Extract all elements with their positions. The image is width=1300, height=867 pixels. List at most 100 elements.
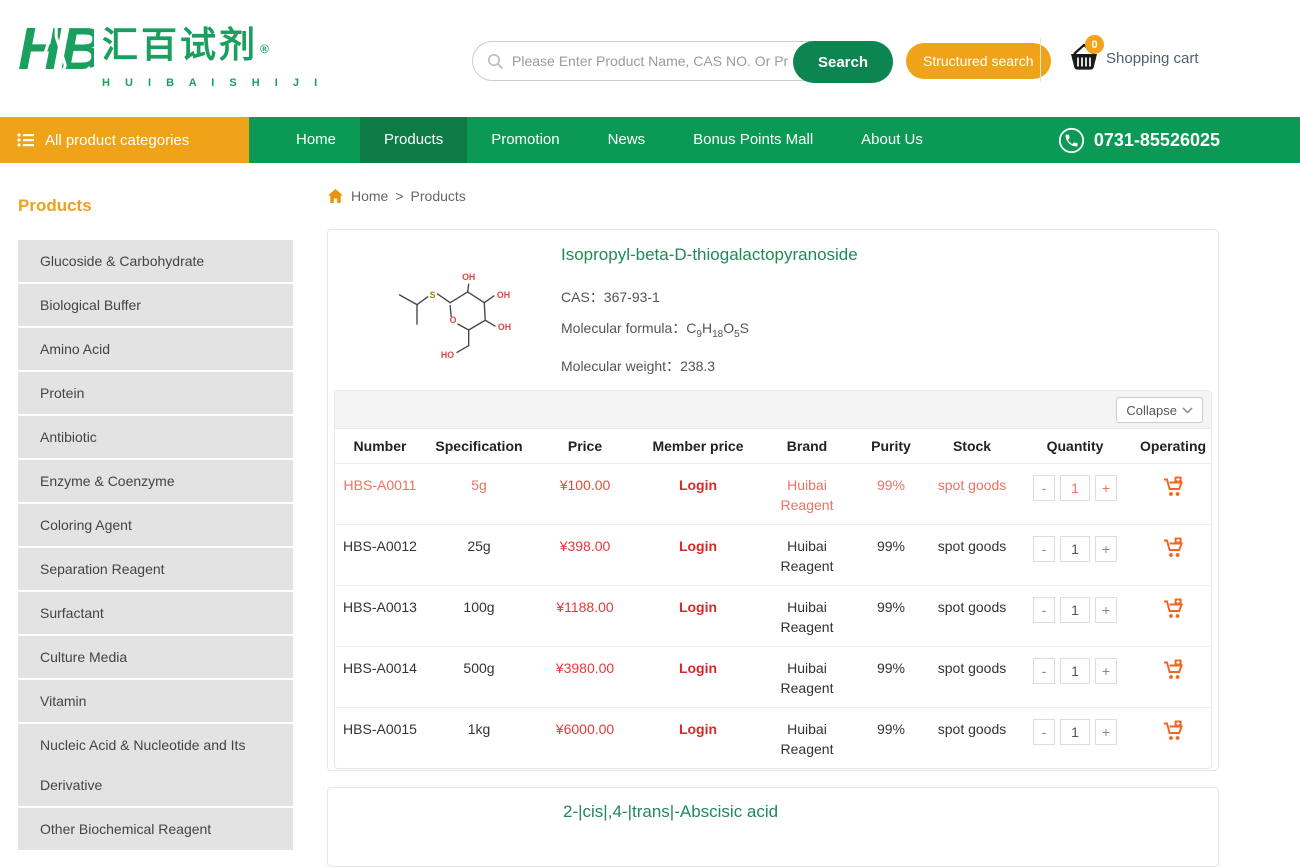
- add-to-cart-button[interactable]: [1162, 659, 1185, 683]
- sidebar-item[interactable]: Protein: [18, 372, 293, 414]
- breadcrumb-current[interactable]: Products: [411, 188, 466, 204]
- breadcrumb: Home > Products: [327, 188, 1219, 204]
- sidebar-item[interactable]: Vitamin: [18, 680, 293, 722]
- sidebar-item[interactable]: Biological Buffer: [18, 284, 293, 326]
- chevron-down-icon: [1182, 407, 1193, 414]
- logo-chinese: 汇百试剂: [102, 24, 258, 65]
- quantity-stepper: -+: [1017, 597, 1133, 623]
- sidebar-item[interactable]: Separation Reagent: [18, 548, 293, 590]
- add-to-cart-button[interactable]: [1162, 476, 1185, 500]
- column-header: Purity: [855, 438, 927, 454]
- nav-item-products[interactable]: Products: [360, 117, 467, 163]
- sidebar-item[interactable]: Other Biochemical Reagent: [18, 808, 293, 850]
- add-to-cart-button[interactable]: [1162, 537, 1185, 561]
- cas-value: 367-93-1: [604, 289, 660, 305]
- login-link[interactable]: Login: [679, 721, 717, 737]
- sidebar-item[interactable]: Enzyme & Coenzyme: [18, 460, 293, 502]
- sidebar-item[interactable]: Culture Media: [18, 636, 293, 678]
- operating-cell: [1133, 536, 1213, 561]
- product-brand: Huibai Reagent: [759, 597, 855, 637]
- product-specification: 1kg: [425, 719, 533, 739]
- quantity-stepper: -+: [1017, 536, 1133, 562]
- product-price: ¥100.00: [533, 475, 637, 495]
- operating-cell: [1133, 475, 1213, 500]
- breadcrumb-separator: >: [395, 188, 403, 204]
- list-icon: [17, 132, 35, 148]
- sidebar-item[interactable]: Surfactant: [18, 592, 293, 634]
- product-purity: 99%: [855, 719, 927, 739]
- column-header: Operating: [1133, 438, 1213, 454]
- table-header-row: NumberSpecificationPriceMember priceBran…: [335, 429, 1211, 463]
- nav-item-news[interactable]: News: [584, 117, 670, 163]
- shopping-cart-link[interactable]: 0 Shopping cart: [1068, 42, 1199, 74]
- quantity-decrease-button[interactable]: -: [1033, 536, 1055, 562]
- formula-element: C: [686, 320, 696, 336]
- operating-cell: [1133, 719, 1213, 744]
- product-number: HBS-A0011: [335, 475, 425, 495]
- quantity-input[interactable]: [1060, 658, 1090, 684]
- table-row: HBS-A00115g¥100.00LoginHuibai Reagent99%…: [335, 463, 1211, 524]
- search-icon: [487, 53, 504, 70]
- quantity-increase-button[interactable]: +: [1095, 475, 1117, 501]
- add-to-cart-button[interactable]: [1162, 598, 1185, 622]
- quantity-increase-button[interactable]: +: [1095, 597, 1117, 623]
- nav-item-bonus-points-mall[interactable]: Bonus Points Mall: [669, 117, 837, 163]
- next-product-title[interactable]: 2-|cis|,4-|trans|-Abscisic acid: [563, 802, 1218, 822]
- quantity-input[interactable]: [1060, 536, 1090, 562]
- quantity-decrease-button[interactable]: -: [1033, 597, 1055, 623]
- login-link[interactable]: Login: [679, 477, 717, 493]
- nav-item-about-us[interactable]: About Us: [837, 117, 947, 163]
- product-purity: 99%: [855, 658, 927, 678]
- quantity-increase-button[interactable]: +: [1095, 536, 1117, 562]
- formula-element: H: [702, 320, 712, 336]
- search-area: Search Structured search: [472, 41, 1051, 81]
- quantity-increase-button[interactable]: +: [1095, 719, 1117, 745]
- column-header: Stock: [927, 438, 1017, 454]
- quantity-input[interactable]: [1060, 475, 1090, 501]
- product-title[interactable]: Isopropyl-beta-D-thiogalactopyranoside: [561, 245, 858, 265]
- product-stock: spot goods: [927, 658, 1017, 678]
- login-link[interactable]: Login: [679, 599, 717, 615]
- sidebar-item[interactable]: Nucleic Acid & Nucleotide and Its Deriva…: [18, 724, 293, 806]
- product-price: ¥6000.00: [533, 719, 637, 739]
- quantity-input[interactable]: [1060, 719, 1090, 745]
- breadcrumb-home[interactable]: Home: [351, 188, 388, 204]
- quantity-decrease-button[interactable]: -: [1033, 658, 1055, 684]
- logo-hb-mark: HB: [18, 12, 94, 92]
- operating-cell: [1133, 597, 1213, 622]
- nav-item-promotion[interactable]: Promotion: [467, 117, 583, 163]
- svg-text:OH: OH: [498, 322, 511, 332]
- next-product-card: 2-|cis|,4-|trans|-Abscisic acid: [327, 787, 1219, 867]
- sidebar-item[interactable]: Glucoside & Carbohydrate: [18, 240, 293, 282]
- search-input[interactable]: [512, 43, 788, 79]
- product-purity: 99%: [855, 536, 927, 556]
- product-price: ¥398.00: [533, 536, 637, 556]
- login-link[interactable]: Login: [679, 538, 717, 554]
- svg-text:S: S: [430, 290, 436, 300]
- sidebar-item[interactable]: Antibiotic: [18, 416, 293, 458]
- logo-pinyin: H U I B A I S H I J I: [102, 77, 323, 89]
- all-categories-button[interactable]: All product categories: [0, 117, 249, 163]
- collapse-button[interactable]: Collapse: [1116, 397, 1203, 423]
- operating-cell: [1133, 658, 1213, 683]
- quantity-decrease-button[interactable]: -: [1033, 719, 1055, 745]
- phone-icon: [1058, 127, 1085, 154]
- sidebar-item[interactable]: Amino Acid: [18, 328, 293, 370]
- weight-label: Molecular weight：: [561, 358, 680, 374]
- nav-item-home[interactable]: Home: [272, 117, 360, 163]
- add-to-cart-button[interactable]: [1162, 720, 1185, 744]
- login-link[interactable]: Login: [679, 660, 717, 676]
- quantity-input[interactable]: [1060, 597, 1090, 623]
- svg-text:O: O: [450, 315, 457, 325]
- quantity-increase-button[interactable]: +: [1095, 658, 1117, 684]
- table-row: HBS-A0014500g¥3980.00LoginHuibai Reagent…: [335, 646, 1211, 707]
- formula-label: Molecular formula：: [561, 320, 686, 336]
- sidebar-item[interactable]: Coloring Agent: [18, 504, 293, 546]
- search-button[interactable]: Search: [793, 41, 893, 83]
- structured-search-button[interactable]: Structured search: [906, 43, 1051, 79]
- product-number: HBS-A0014: [335, 658, 425, 678]
- site-logo[interactable]: HB 汇百试剂® H U I B A I S H I J I: [18, 12, 323, 92]
- phone-number: 0731-85526025: [1094, 130, 1220, 151]
- weight-line: Molecular weight：238.3: [561, 356, 858, 376]
- quantity-decrease-button[interactable]: -: [1033, 475, 1055, 501]
